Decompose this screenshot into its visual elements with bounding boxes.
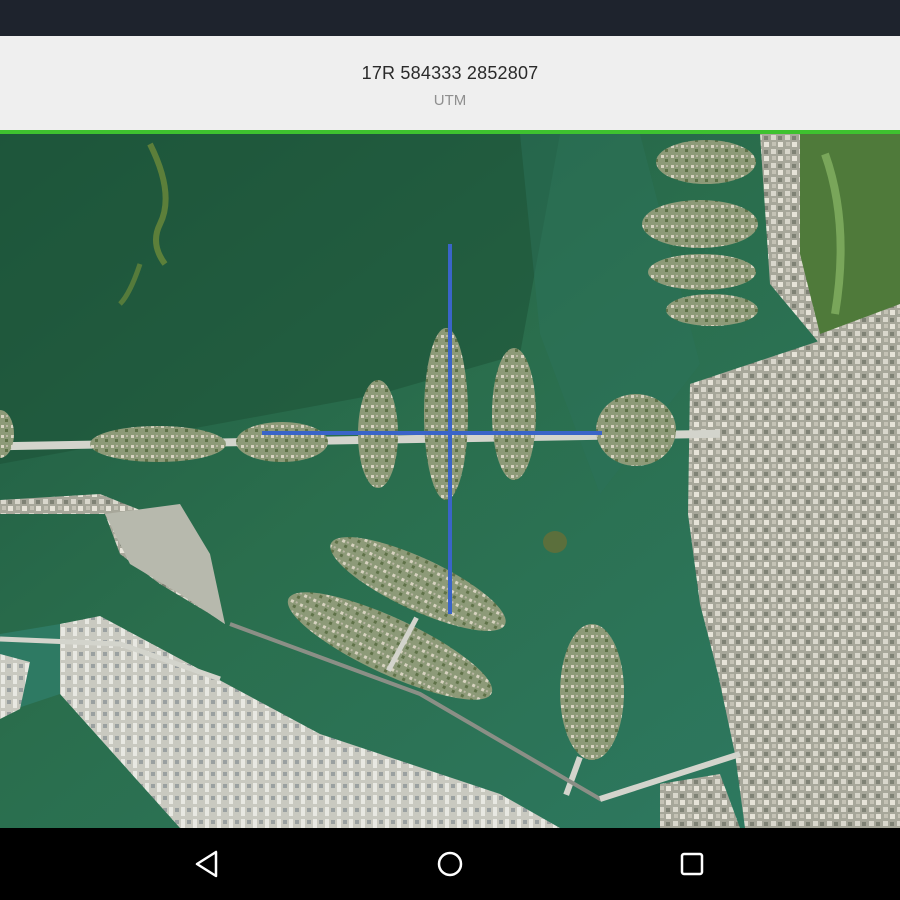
- coordinate-system-label: UTM: [433, 92, 467, 109]
- coordinate-value: 17R 584333 2852807: [361, 63, 539, 83]
- back-button[interactable]: [186, 842, 230, 886]
- home-button[interactable]: [428, 842, 472, 886]
- square-recents-icon: [680, 852, 704, 876]
- coordinate-panel: 17R 584333 2852807 UTM: [0, 36, 900, 130]
- navigation-bar: [0, 828, 900, 900]
- recents-button[interactable]: [670, 842, 714, 886]
- status-bar: [0, 0, 900, 36]
- triangle-back-icon: [195, 850, 218, 878]
- satellite-map[interactable]: [0, 134, 900, 828]
- circle-home-icon: [437, 851, 463, 877]
